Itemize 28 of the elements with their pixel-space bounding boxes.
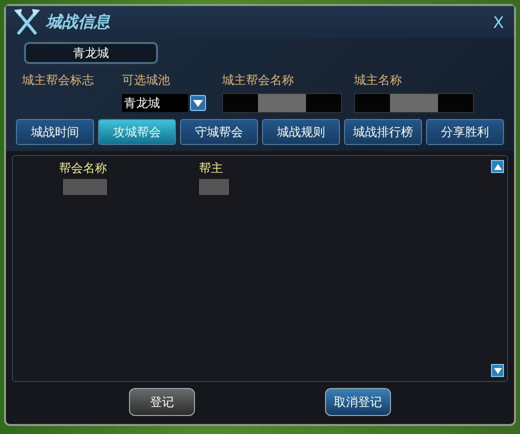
window-title: 城战信息 bbox=[46, 12, 112, 32]
city-name-plate: 青龙城 bbox=[24, 42, 158, 64]
tab[interactable]: 城战时间 bbox=[16, 119, 94, 145]
blurred-text bbox=[63, 179, 107, 195]
up-arrow-icon bbox=[494, 164, 502, 170]
register-button[interactable]: 登记 bbox=[129, 388, 195, 416]
blurred-text bbox=[199, 179, 229, 195]
blurred-text bbox=[258, 94, 306, 112]
tab[interactable]: 分享胜利 bbox=[426, 119, 504, 145]
column-header: 帮主 bbox=[199, 160, 224, 177]
tab[interactable]: 城战规则 bbox=[262, 119, 340, 145]
caret-icon bbox=[193, 100, 203, 106]
tab[interactable]: 守城帮会 bbox=[180, 119, 258, 145]
down-arrow-icon bbox=[494, 368, 502, 374]
blurred-text bbox=[390, 94, 438, 112]
field-label: 城主名称 bbox=[354, 72, 403, 89]
crossed-axes-icon bbox=[12, 8, 42, 36]
field-label: 城主帮会标志 bbox=[22, 72, 95, 89]
scroll-down-button[interactable] bbox=[491, 364, 504, 377]
close-button[interactable]: X bbox=[489, 12, 508, 32]
dropdown-button[interactable] bbox=[190, 95, 206, 111]
cancel-register-button[interactable]: 取消登记 bbox=[325, 388, 391, 416]
tab[interactable]: 城战排行榜 bbox=[344, 119, 422, 145]
city-dropdown[interactable]: 青龙城 bbox=[122, 94, 188, 112]
field-label: 城主帮会名称 bbox=[222, 72, 295, 89]
column-header: 帮会名称 bbox=[59, 160, 108, 177]
field-label: 可选城池 bbox=[122, 72, 171, 89]
scroll-up-button[interactable] bbox=[491, 160, 504, 173]
